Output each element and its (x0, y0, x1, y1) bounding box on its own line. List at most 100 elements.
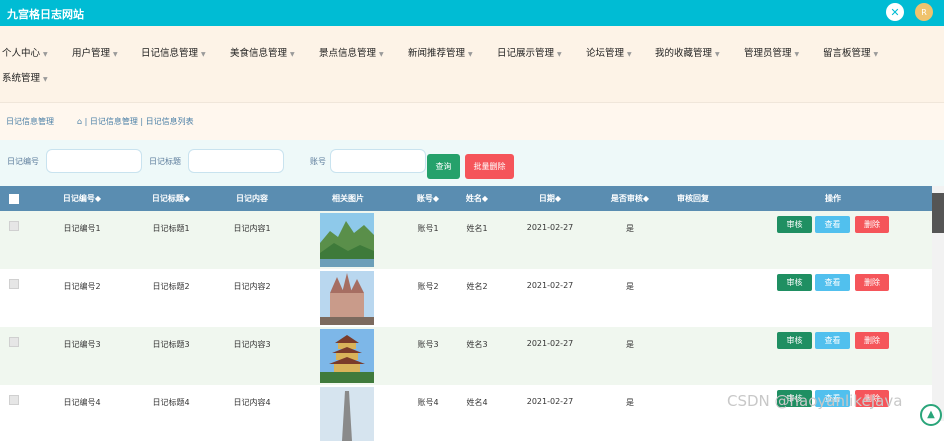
fullscreen-icon[interactable]: ✕ (886, 3, 904, 21)
cell-date: 2021-02-27 (526, 223, 574, 232)
col-account[interactable]: 账号◆ (417, 186, 439, 211)
nav-item-admin-management[interactable]: 管理员管理 ▼ (744, 46, 799, 62)
label-diary-no: 日记编号 (7, 157, 39, 166)
chevron-down-icon: ▼ (873, 51, 879, 58)
cell-approved: 是 (626, 340, 634, 349)
row-checkbox[interactable] (9, 395, 19, 405)
cell-diary-no: 日记编号3 (63, 340, 101, 349)
table-row: 日记编号2 日记标题2 日记内容2 账号2 姓名2 2021-02-27 是 审… (0, 269, 932, 327)
cell-name: 姓名1 (466, 224, 488, 233)
label-account: 账号 (310, 157, 326, 166)
cell-name: 姓名3 (466, 340, 488, 349)
cell-diary-no: 日记编号4 (63, 398, 101, 407)
chevron-down-icon: ▼ (715, 51, 720, 58)
cell-date: 2021-02-27 (526, 397, 574, 406)
back-to-top-icon[interactable]: ▲ (920, 404, 942, 426)
table-row: 日记编号3 日记标题3 日记内容3 账号3 姓名3 2021-02-27 是 审… (0, 327, 932, 385)
nav-item-system-management[interactable]: 系统管理 ▼ (2, 71, 48, 87)
nav-item-scenic-management[interactable]: 景点信息管理 ▼ (319, 46, 384, 62)
delete-button[interactable]: 删除 (855, 274, 889, 291)
row-checkbox[interactable] (9, 221, 19, 231)
nav-item-user-management[interactable]: 用户管理 ▼ (72, 46, 118, 62)
col-date[interactable]: 日期◆ (539, 186, 561, 211)
chevron-down-icon: ▼ (627, 51, 632, 58)
col-diary-no[interactable]: 日记编号◆ (63, 186, 101, 211)
table-row: 日记编号1 日记标题1 日记内容1 账号1 姓名1 2021-02-27 是 审… (0, 211, 932, 269)
cell-account: 账号1 (417, 224, 439, 233)
avatar[interactable]: R (915, 3, 933, 21)
batch-delete-button[interactable]: 批量删除 (465, 154, 514, 179)
nav-item-food-management[interactable]: 美食信息管理 ▼ (230, 46, 295, 62)
chevron-down-icon: ▼ (379, 51, 384, 58)
col-diary-content: 日记内容 (236, 194, 268, 203)
chevron-down-icon: ▼ (557, 51, 562, 58)
page-title: 日记信息管理 (6, 117, 54, 126)
col-audit-reply: 审核回复 (677, 194, 709, 203)
audit-button[interactable]: 审核 (777, 332, 812, 349)
audit-button[interactable]: 审核 (777, 216, 812, 233)
delete-button[interactable]: 删除 (855, 216, 889, 233)
nav-item-news-management[interactable]: 新闻推荐管理 ▼ (408, 46, 473, 62)
cell-diary-content: 日记内容4 (233, 398, 271, 407)
cell-diary-content: 日记内容3 (233, 340, 271, 349)
delete-button[interactable]: 删除 (855, 332, 889, 349)
cell-approved: 是 (626, 224, 634, 233)
cell-diary-title: 日记标题1 (152, 224, 190, 233)
diary-no-input[interactable] (46, 149, 142, 173)
cell-diary-no: 日记编号1 (63, 224, 101, 233)
breadcrumb-path[interactable]: ⌂ | 日记信息管理 | 日记信息列表 (77, 116, 194, 127)
diary-image (320, 387, 374, 441)
cell-account: 账号3 (417, 340, 439, 349)
view-button[interactable]: 查看 (815, 332, 850, 349)
cell-approved: 是 (626, 282, 634, 291)
col-name[interactable]: 姓名◆ (466, 186, 488, 211)
cell-diary-no: 日记编号2 (63, 282, 101, 291)
cell-date: 2021-02-27 (526, 281, 574, 290)
cell-diary-title: 日记标题4 (152, 398, 190, 407)
site-title: 九宫格日志网站 (7, 8, 84, 21)
breadcrumb: 日记信息管理 ⌂ | 日记信息管理 | 日记信息列表 (0, 102, 944, 141)
chevron-down-icon: ▼ (113, 51, 118, 58)
select-all-checkbox[interactable] (9, 194, 19, 204)
scrollbar-thumb[interactable] (932, 193, 944, 233)
cell-diary-content: 日记内容2 (233, 282, 271, 291)
nav-item-forum-management[interactable]: 论坛管理 ▼ (586, 46, 632, 62)
audit-button[interactable]: 审核 (777, 274, 812, 291)
chevron-down-icon: ▼ (794, 51, 800, 58)
nav-item-personal-center[interactable]: 个人中心 ▼ (2, 46, 48, 62)
cell-approved: 是 (626, 398, 634, 407)
cell-account: 账号2 (417, 282, 439, 291)
cell-diary-title: 日记标题3 (152, 340, 190, 349)
cell-name: 姓名4 (466, 398, 488, 407)
account-input[interactable] (330, 149, 426, 173)
cell-diary-title: 日记标题2 (152, 282, 190, 291)
col-related-image: 相关图片 (332, 194, 364, 203)
top-bar: 九宫格日志网站 ✕ R (0, 0, 944, 26)
nav-item-diary-management[interactable]: 日记信息管理 ▼ (141, 46, 206, 62)
view-button[interactable]: 查看 (815, 216, 850, 233)
search-button[interactable]: 查询 (427, 154, 460, 179)
row-checkbox[interactable] (9, 279, 19, 289)
cell-account: 账号4 (417, 398, 439, 407)
diary-image (320, 213, 374, 267)
label-diary-title: 日记标题 (149, 157, 181, 166)
col-diary-title[interactable]: 日记标题◆ (152, 186, 190, 211)
row-checkbox[interactable] (9, 337, 19, 347)
home-icon[interactable]: ⌂ (77, 117, 82, 126)
diary-title-input[interactable] (188, 149, 284, 173)
main-nav: 个人中心 ▼ 用户管理 ▼ 日记信息管理 ▼ 美食信息管理 ▼ 景点信息管理 ▼ 新闻推荐… (0, 26, 944, 102)
table-header: 日记编号◆ 日记标题◆ 日记内容 相关图片 账号◆ 姓名◆ 日期◆ 是否审核◆ … (0, 186, 932, 211)
col-approved[interactable]: 是否审核◆ (611, 186, 649, 211)
watermark: CSDN @haoyanlikeJava (727, 392, 903, 410)
col-actions: 操作 (825, 194, 841, 203)
chevron-down-icon: ▼ (290, 51, 295, 58)
view-button[interactable]: 查看 (815, 274, 850, 291)
chevron-down-icon: ▼ (43, 51, 48, 58)
nav-item-favorites-management[interactable]: 我的收藏管理 ▼ (655, 46, 720, 62)
cell-date: 2021-02-27 (526, 339, 574, 348)
cell-name: 姓名2 (466, 282, 488, 291)
chevron-down-icon: ▼ (468, 51, 473, 58)
nav-item-diary-display-management[interactable]: 日记展示管理 ▼ (497, 46, 562, 62)
nav-item-message-board-management[interactable]: 留言板管理 ▼ (823, 46, 878, 62)
chevron-down-icon: ▼ (43, 76, 48, 83)
